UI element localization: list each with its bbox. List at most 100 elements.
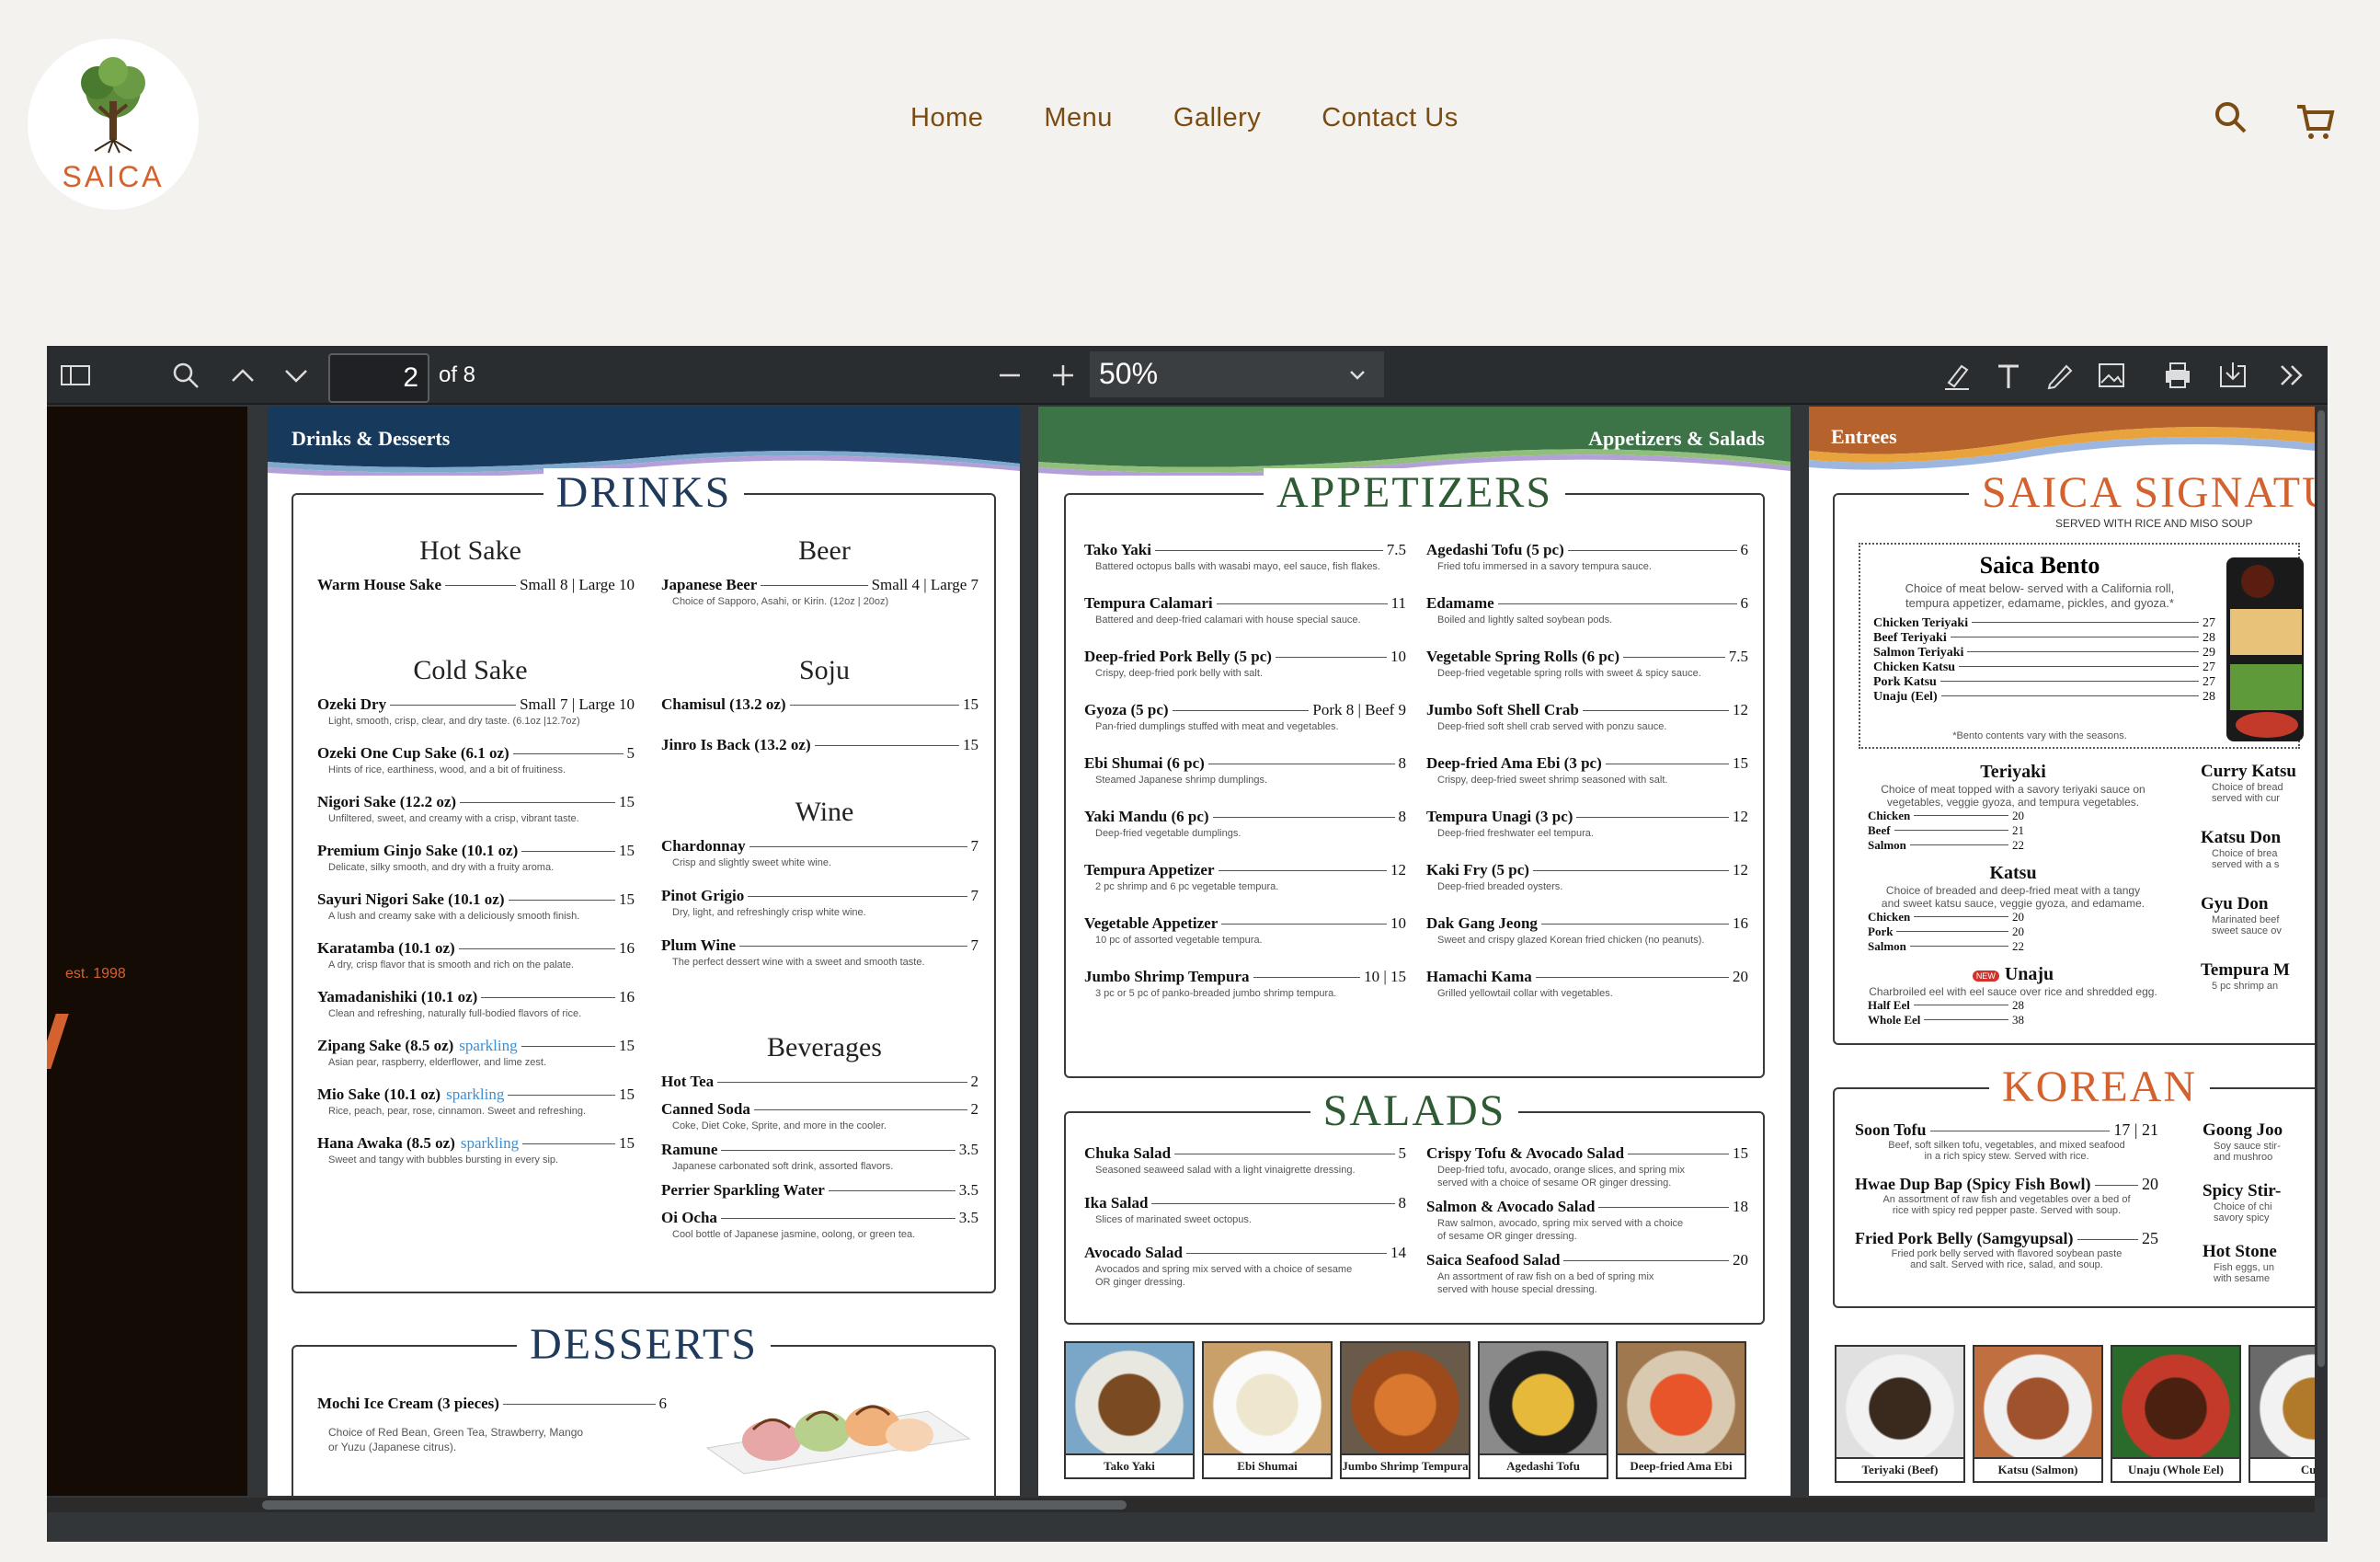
item-name: Half Eel [1868,998,1910,1012]
leader-dots [1275,657,1387,658]
next-page-icon[interactable] [280,359,312,392]
partial-item: Gyu Don Marinated beef sweet sauce ov [2201,894,2315,936]
item-name: Premium Ginjo Sake (10.1 oz) [317,842,519,859]
item-name: Sayuri Nigori Sake (10.1 oz) [317,890,505,908]
item-price: 7 [970,837,979,855]
item-row: Chicken Teriyaki 27 [1873,616,2215,631]
cart-icon[interactable] [2295,101,2336,142]
item-desc: Crisp and slightly sweet white wine. [672,857,832,868]
item-row: Ozeki Dry Small 7 | Large 10 [317,695,635,714]
item-row: Gyoza (5 pc) Pork 8 | Beef 9 [1084,701,1406,719]
item-price: 2 [970,1100,979,1118]
vertical-scrollbar[interactable] [2315,407,2328,1498]
leader-dots [1940,695,2199,696]
draw-icon[interactable] [2044,359,2076,392]
item-name: Karatamba (10.1 oz) [317,939,455,957]
leader-dots [460,802,615,803]
food-photo [1204,1343,1331,1455]
item-row: Sayuri Nigori Sake (10.1 oz) 15 [317,890,635,909]
menu-item: Chicken Teriyaki 27 [1873,616,2215,631]
horizontal-scroll-thumb[interactable] [262,1500,1127,1510]
horizontal-scrollbar[interactable] [47,1498,2315,1512]
menu-item: Jinro Is Back (13.2 oz) 15 [661,736,978,754]
leader-dots [1218,870,1387,871]
item-price: 15 [619,842,635,859]
save-icon[interactable] [2217,359,2248,392]
photo-caption: Curr [2250,1457,2315,1481]
photo-caption: Deep-fried Ama Ebi [1618,1453,1745,1477]
item-price: 8 [1398,1194,1407,1212]
item-desc: served with house special dressing. [1437,1284,1597,1295]
nav-gallery[interactable]: Gallery [1173,103,1261,133]
search-icon[interactable] [2213,99,2249,136]
zoom-in-icon[interactable] [1047,359,1079,392]
leader-dots [522,1143,615,1144]
item-desc: Cool bottle of Japanese jasmine, oolong,… [672,1229,916,1240]
item-price: 10 [1390,648,1406,665]
item-name: Kaki Fry (5 pc) [1426,861,1529,879]
salads-right-list: Crispy Tofu & Avocado Salad 15 Deep-fried … [1426,1144,1748,1304]
est-text: est. 1998 [65,966,126,982]
item-row: Pork 20 [1868,925,2024,939]
item-desc: 5 pc shrimp an [2212,981,2279,992]
menu-item: Edamame 6 Boiled and lightly salted soybea… [1426,594,1748,626]
katsu-title: Katsu [1989,863,2037,883]
leader-dots [445,585,517,586]
menu-item: Pinot Grigio 7 Dry, light, and refreshingl… [661,887,978,918]
leader-dots [1914,916,2008,917]
zoom-out-icon[interactable] [994,359,1025,392]
item-desc: Choice of Sapporo, Asahi, or Kirin. (12o… [672,596,889,607]
beer-list: Japanese Beer Small 4 | Large 7 Choice of … [661,576,978,620]
photo-card: Jumbo Shrimp Tempura [1340,1341,1470,1479]
leader-dots [1909,946,2008,947]
katsu-desc2: and sweet katsu sauce, veggie gyoza, and… [1881,897,2145,910]
vertical-scroll-thumb[interactable] [2317,410,2325,1367]
item-price: 12 [1733,808,1748,825]
zoom-select[interactable]: 50% [1090,351,1384,397]
nav-menu[interactable]: Menu [1044,103,1113,133]
item-price: 20 [2012,910,2024,924]
item-row: Jinro Is Back (13.2 oz) 15 [661,736,978,754]
dessert-name: Mochi Ice Cream (3 pieces) [317,1395,499,1412]
item-desc: Marinated beef [2212,914,2280,925]
photo-card: Ebi Shumai [1202,1341,1333,1479]
previous-page-icon[interactable] [227,359,258,392]
item-desc: served with cur [2212,793,2280,804]
appetizers-box: APPETIZERS Tako Yaki 7.5 Battered octopus … [1064,468,1765,1078]
item-name: Pork Katsu [1873,675,1937,689]
leader-dots [1939,681,2199,682]
print-icon[interactable] [2162,359,2193,392]
partial-item: Katsu Don Choice of brea served with a s [2201,828,2315,870]
find-icon[interactable] [170,359,201,392]
item-row: Fried Pork Belly (Samgyupsal) 25 [1855,1229,2158,1248]
menu-item: Hamachi Kama 20 Grilled yellowtail collar … [1426,968,1748,999]
leader-dots [1535,977,1729,978]
text-tool-icon[interactable] [1993,359,2024,392]
more-tools-icon[interactable] [2276,359,2307,392]
item-name: Jumbo Shrimp Tempura [1084,968,1250,985]
item-desc: sweet sauce ov [2212,925,2282,936]
menu-item: Fried Pork Belly (Samgyupsal) 25 Fried por… [1855,1229,2158,1270]
item-price: 18 [1733,1198,1748,1215]
item-desc: Deep-fried freshwater eel tempura. [1437,828,1594,839]
nav-home[interactable]: Home [910,103,983,133]
item-price: 6 [1740,594,1749,612]
wine-heading: Wine [795,797,854,827]
item-name: Hana Awaka (8.5 oz) [317,1134,455,1152]
logo[interactable]: SAICA [28,39,199,210]
image-icon[interactable] [2096,359,2127,392]
item-row: Beef 21 [1868,823,2024,838]
item-name: Chicken Katsu [1873,660,1956,674]
signature-subtitle: SERVED WITH RICE AND MISO SOUP [2055,517,2253,530]
nav-contact[interactable]: Contact Us [1322,103,1458,133]
photo-caption: Tako Yaki [1066,1453,1193,1477]
item-row: Edamame 6 [1426,594,1748,613]
menu-item: Tempura Calamari 11 Battered and deep-frie… [1084,594,1406,626]
sidebar-toggle-icon[interactable] [60,359,91,392]
item-row: Hana Awaka (8.5 oz) sparkling 15 [317,1134,635,1153]
salads-box: SALADS Chuka Salad 5 Seasoned seaweed sala… [1064,1086,1765,1325]
page-number-input[interactable]: 2 [328,353,429,403]
highlight-icon[interactable] [1941,359,1973,392]
page-drinks-desserts: Drinks & Desserts DRINKS Hot Sake Warm H… [268,407,1020,1496]
item-name: Vegetable Spring Rolls (6 pc) [1426,648,1619,665]
